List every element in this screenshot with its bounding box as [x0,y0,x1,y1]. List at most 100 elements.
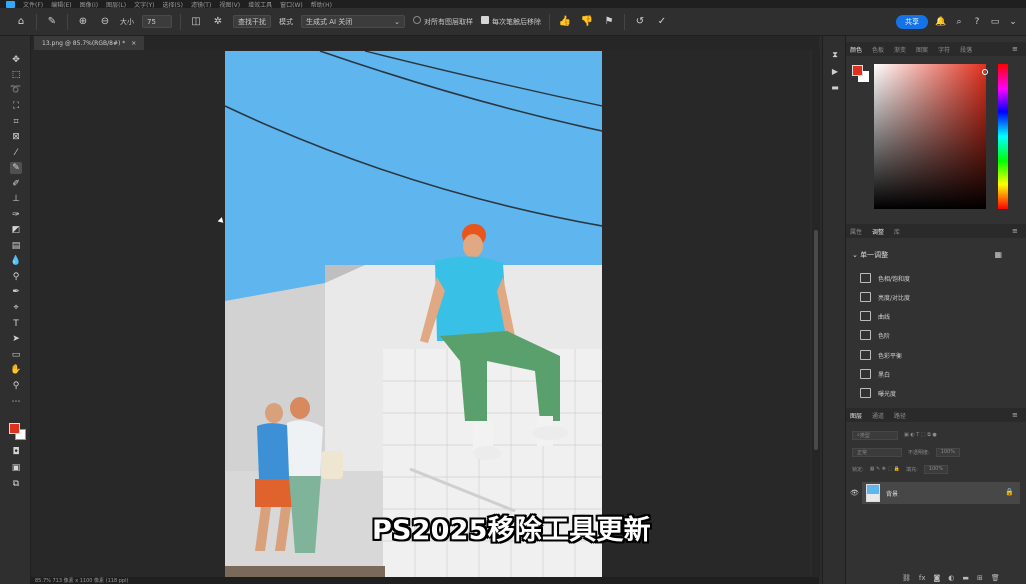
edit-toolbar-icon[interactable]: ⧉ [10,478,22,490]
remove-after-stroke-checkbox[interactable]: 每次笔触后移除 [481,16,541,27]
lasso-tool-icon[interactable]: ➰ [10,84,22,96]
tab-properties[interactable]: 属性 [850,227,862,236]
document-tab[interactable]: 13.png @ 85.7%(RGB/8#) * × [34,36,145,50]
menu-file[interactable]: 文件(F) [23,0,43,9]
type-tool-icon[interactable]: T [10,318,22,330]
fill-input[interactable]: 100% [923,464,949,474]
menu-layer[interactable]: 图层(L) [106,0,126,9]
adjustment-exposure[interactable]: 曝光度 [860,387,896,399]
menu-plugins[interactable]: 增效工具 [248,0,272,9]
close-icon[interactable]: × [131,40,136,47]
adjustment-layer-icon[interactable]: ◐ [948,574,954,582]
panel-menu-icon[interactable]: ≡ [1012,45,1020,53]
share-button[interactable]: 共享 [896,15,928,29]
layer-filter-search[interactable]: ⌕ 类型 [852,430,898,440]
opacity-input[interactable]: 100% [935,447,960,457]
mask-icon[interactable]: ◙ [934,574,941,582]
menu-image[interactable]: 图像(I) [80,0,98,9]
frame-tool-icon[interactable]: ⊠ [10,131,22,143]
crop-tool-icon[interactable]: ⌗ [10,116,22,128]
rectangle-tool-icon[interactable]: ▭ [10,349,22,361]
menu-filter[interactable]: 滤镜(T) [191,0,211,9]
bell-icon[interactable]: 🔔 [935,15,946,29]
menu-view[interactable]: 视图(V) [219,0,240,9]
panel-menu-icon[interactable]: ≡ [1012,227,1020,235]
eye-icon[interactable]: 👁 [850,489,859,497]
tab-gradients[interactable]: 渐变 [894,45,906,54]
remove-tool-icon[interactable]: ✎ [45,15,59,29]
panel-menu-icon[interactable]: ≡ [1012,411,1020,419]
hue-slider[interactable] [998,64,1008,209]
link-icon[interactable]: ⛓ [902,574,911,582]
screen-mode-icon[interactable]: ▣ [10,462,22,474]
tab-libraries[interactable]: 库 [894,227,900,236]
workspace-icon[interactable]: ▭ [990,15,1000,29]
menu-edit[interactable]: 编辑(E) [51,0,71,9]
tab-color[interactable]: 颜色 [850,45,862,54]
adjustment-black-white[interactable]: 黑白 [860,368,890,380]
lock-icons[interactable]: ▦ ✎ ✥ ⬚ 🔒 [870,466,900,472]
tab-channels[interactable]: 通道 [872,411,884,420]
clone-stamp-tool-icon[interactable]: ⊥ [10,193,22,205]
adjustment-color-balance[interactable]: 色彩平衡 [860,349,902,361]
gear-icon[interactable]: ✲ [211,15,225,29]
move-tool-icon[interactable]: ✥ [10,54,22,66]
comment-icon[interactable]: ▬ [830,82,840,92]
tab-paths[interactable]: 路径 [894,411,906,420]
mode-select[interactable]: 生成式 AI 关闭 ⌄ [301,15,405,28]
adjustment-hue-saturation[interactable]: 色相/饱和度 [860,272,910,284]
lock-icon[interactable]: 🔒 [1005,488,1014,496]
zoom-tool-icon[interactable]: ⚲ [10,380,22,392]
tab-patterns[interactable]: 图案 [916,45,928,54]
chevron-down-icon[interactable]: ⌄ [1008,15,1018,29]
menu-window[interactable]: 窗口(W) [280,0,303,9]
subtract-brush-icon[interactable]: ⊖ [98,15,112,29]
scrollbar-thumb[interactable] [814,230,818,450]
commit-check-icon[interactable]: ✓ [655,15,669,29]
tab-character[interactable]: 字符 [938,45,950,54]
fx-icon[interactable]: fx [919,574,926,582]
help-icon[interactable]: ? [972,15,982,29]
dodge-tool-icon[interactable]: ⚲ [10,271,22,283]
tab-paragraph[interactable]: 段落 [960,45,972,54]
adjustment-brightness-contrast[interactable]: 亮度/对比度 [860,291,910,303]
object-select-tool-icon[interactable]: ⛶ [10,100,22,112]
thumbs-down-icon[interactable]: 👎 [580,15,594,29]
trash-icon[interactable]: 🗑 [991,574,1000,582]
history-icon[interactable]: ⧗ [830,50,840,60]
cancel-icon[interactable]: ↺ [633,15,647,29]
foreground-color-swatch[interactable] [9,423,20,434]
color-picker-marker[interactable] [982,69,988,75]
menu-select[interactable]: 选择(S) [162,0,183,9]
menu-help[interactable]: 帮助(H) [311,0,332,9]
pressure-icon[interactable]: ◫ [189,15,203,29]
tab-layers[interactable]: 图层 [850,411,862,420]
home-icon[interactable]: ⌂ [14,15,28,29]
adjustment-curves[interactable]: 曲线 [860,310,890,322]
folder-icon[interactable]: ▬ [962,574,969,582]
path-select-tool-icon[interactable]: ➤ [10,333,22,345]
grid-view-icon[interactable]: ▦ [994,250,1002,259]
vertical-scrollbar[interactable] [812,50,820,577]
adjustment-levels[interactable]: 色阶 [860,329,890,341]
quick-mask-icon[interactable]: ◘ [10,446,22,458]
layer-row-background[interactable]: 背景 🔒 [862,482,1020,504]
play-icon[interactable]: ▶ [830,66,840,76]
single-adjustments-header[interactable]: ⌄ 单一调整 [852,250,888,260]
eraser-tool-icon[interactable]: ◩ [10,224,22,236]
find-distractions-button[interactable]: 查找干扰 [233,15,271,28]
pen-tool-alt-icon[interactable]: ⌖ [10,302,22,314]
thumbs-up-icon[interactable]: 👍 [558,15,572,29]
marquee-tool-icon[interactable]: ⬚ [10,69,22,81]
search-icon[interactable]: ⌕ [954,15,964,29]
blur-tool-icon[interactable]: 💧 [10,255,22,267]
remove-tool-icon[interactable]: ✎ [10,162,22,174]
foreground-color-swatch[interactable] [852,65,863,76]
tab-adjustments[interactable]: 调整 [872,227,884,236]
eyedropper-tool-icon[interactable]: ⁄ [10,147,22,159]
history-brush-tool-icon[interactable]: ✑ [10,209,22,221]
document-image[interactable] [225,51,602,578]
flag-icon[interactable]: ⚑ [602,15,616,29]
tab-swatches[interactable]: 色板 [872,45,884,54]
brush-tool-icon[interactable]: ✐ [10,178,22,190]
